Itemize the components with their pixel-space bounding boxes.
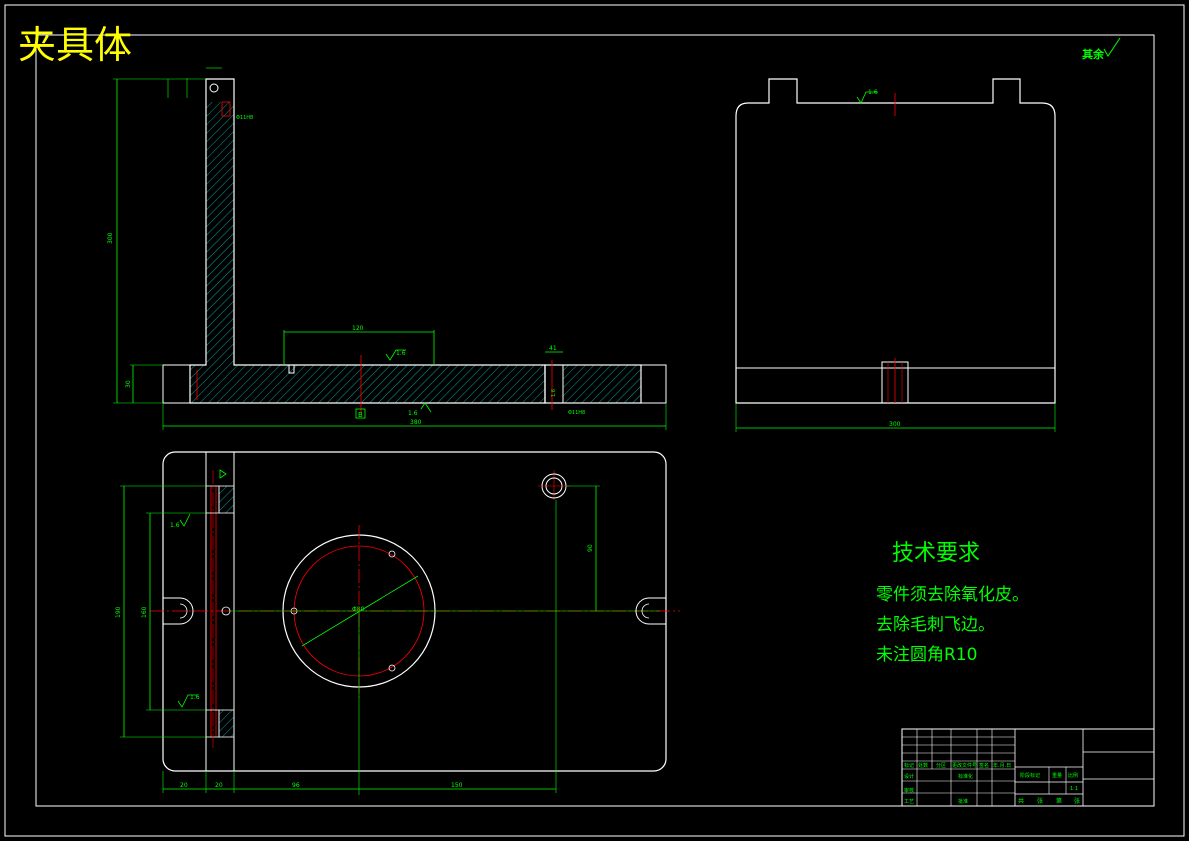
drawing-title: 夹具体	[18, 23, 132, 67]
tech-heading: 技术要求	[892, 541, 980, 566]
tb-cell: 年.月.日	[993, 762, 1011, 769]
roughness-front-bottom: 1.6	[408, 410, 418, 417]
dim-front-height: 300	[107, 232, 114, 244]
front-top-hole	[209, 83, 219, 93]
roughness-front-top: 1.6	[396, 350, 406, 357]
dim-plan-right: 90	[587, 544, 594, 552]
plan-hatch-top	[218, 485, 235, 514]
roughness-plan-upper: 1.6	[170, 522, 180, 529]
tb-cell: 审核	[904, 787, 914, 794]
tb-cell: 重量	[1052, 772, 1062, 779]
tech-item-3: 未注圆角R10	[876, 645, 977, 665]
dim-hole-tol-bot: Φ11H8	[568, 410, 585, 416]
dim-front-width: 380	[410, 419, 422, 426]
tb-cell: 工艺	[904, 799, 914, 805]
roughness-icon-front-bottom	[420, 402, 432, 413]
tb-cell: 设计	[904, 773, 914, 780]
roughness-icon-plan-top	[219, 469, 227, 479]
dim-plan-height: 190	[115, 606, 122, 618]
plan-slot-bot	[205, 709, 220, 738]
inner-border	[35, 34, 1155, 807]
tb-cell: 分区	[936, 762, 946, 769]
dim-plan-bottom-d: 150	[451, 782, 463, 789]
front-right-pad	[640, 364, 667, 404]
tb-cell: 签名	[979, 762, 989, 769]
tb-cell: 阶段标记	[1020, 772, 1040, 779]
dim-plan-bottom-c: 96	[292, 782, 300, 789]
tb-cell: 第	[1056, 797, 1062, 805]
plan-hatch-bot	[218, 709, 235, 738]
roughness-side: 1.6	[868, 89, 878, 96]
tb-cell: 标准化	[958, 773, 973, 780]
tb-cell: 共	[1018, 797, 1024, 805]
tech-item-1: 零件须去除氧化皮。	[876, 585, 1029, 605]
roughness-icon-plan-upper	[179, 513, 191, 527]
dim-circle-dia: Φ80	[352, 606, 365, 613]
tech-requirements: 技术要求 零件须去除氧化皮。 去除毛刺飞边。 未注圆角R10	[876, 541, 1029, 665]
roughness-note: 其余	[1082, 47, 1105, 61]
dim-plan-bottom-a: 20	[180, 782, 188, 789]
plan-outline	[162, 451, 667, 772]
title-block: 标记 处数 分区 更改文件号 签名 年.月.日 设计 标准化 审核 工艺 批准 …	[901, 728, 1155, 807]
dim-side-width: 300	[889, 421, 901, 428]
outer-border	[4, 4, 1185, 837]
tech-item-2: 去除毛刺飞边。	[876, 615, 995, 635]
tb-cell: 比例	[1068, 772, 1078, 779]
tb-cell: 张	[1074, 797, 1080, 805]
front-outline	[189, 78, 546, 404]
side-view: 1.6 300	[735, 78, 1056, 432]
dim-base-height: 30	[125, 380, 132, 388]
tb-cell: 更改文件号	[952, 762, 977, 769]
tb-cell: 批准	[958, 798, 968, 805]
dim-pad-width: 120	[352, 325, 364, 332]
dim-slot: 41	[549, 345, 557, 352]
front-left-pad	[162, 364, 191, 404]
tb-cell: 处数	[918, 762, 928, 769]
roughness-slot: 1.6	[551, 389, 557, 397]
front-right-hatch	[563, 365, 641, 403]
roughness-symbol-icon	[1103, 37, 1121, 57]
tb-cell: 1:1	[1070, 786, 1078, 792]
dim-plan-inner: 160	[141, 606, 148, 618]
dim-hole-tol-top: Φ11H8	[236, 115, 253, 121]
cad-drawing: 夹具体 其余 300 30 380 120 41 Φ11H8 Φ11H8 1.6…	[4, 4, 1185, 837]
plan-view: Φ80 190 160 90 1.6 1.6 20 20 96 150	[115, 451, 680, 795]
dim-plan-bottom-b: 20	[215, 782, 223, 789]
tb-cell: 张	[1037, 797, 1043, 805]
front-view: 300 30 380 120 41 Φ11H8 Φ11H8 1.6 1.6 1.…	[107, 67, 667, 430]
plan-slot-top	[205, 485, 220, 514]
datum-label: B	[358, 411, 363, 419]
roughness-plan-lower: 1.6	[190, 694, 200, 701]
front-section-hatch	[190, 102, 545, 403]
side-outline	[735, 78, 1056, 404]
tb-cell: 标记	[904, 762, 914, 769]
